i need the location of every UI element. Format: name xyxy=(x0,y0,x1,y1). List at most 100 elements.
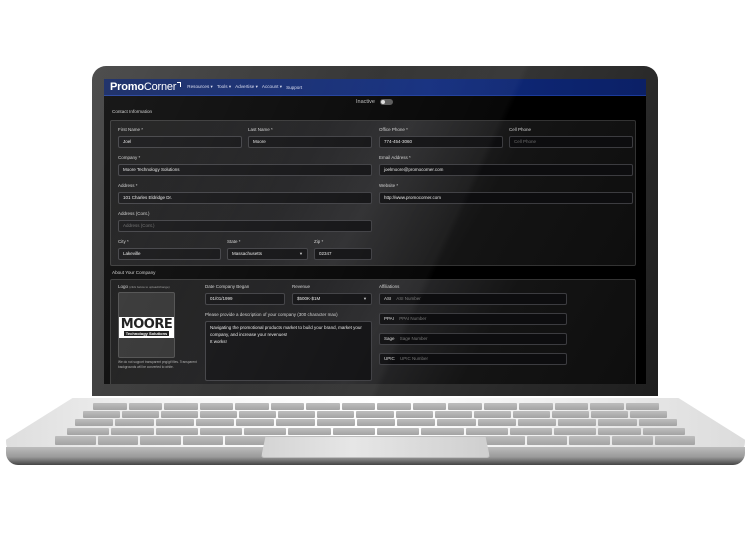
keyboard-key xyxy=(122,411,160,418)
logo-upload[interactable]: MOORE Technology Solutions xyxy=(118,292,175,358)
keyboard-key xyxy=(235,403,269,410)
city-label: City * xyxy=(118,239,129,244)
description-label: Please provide a description of your com… xyxy=(205,312,338,317)
address2-input[interactable]: Address (Cont.) xyxy=(118,220,372,232)
upic-input[interactable]: UPIC UPIC Number xyxy=(379,353,567,365)
keyboard-key xyxy=(239,411,277,418)
upic-placeholder: UPIC Number xyxy=(400,356,429,361)
keyboard-key xyxy=(598,419,637,426)
website-input[interactable]: http://www.promocorner.com xyxy=(379,192,633,204)
company-input[interactable]: Moore Technology Solutions xyxy=(118,164,372,176)
nav-support[interactable]: Support xyxy=(286,85,302,90)
keyboard-row xyxy=(67,428,685,435)
date-began-label: Date Company Began xyxy=(205,284,250,289)
sage-placeholder: Sage Number xyxy=(399,336,428,341)
keyboard-key xyxy=(642,428,685,435)
keyboard-key xyxy=(67,428,110,435)
keyboard-key xyxy=(306,403,340,410)
keyboard-key xyxy=(75,419,114,426)
asi-input[interactable]: ASI ASI Number xyxy=(379,293,567,305)
keyboard-key xyxy=(590,403,624,410)
last-name-input[interactable]: Moore xyxy=(248,136,372,148)
status-label: Inactive xyxy=(356,99,375,105)
logo-label: Logo (click below to upload/change) xyxy=(118,284,170,289)
revenue-select[interactable]: $500K-$1M ▼ xyxy=(292,293,372,305)
company-label: Company * xyxy=(118,155,141,160)
keyboard-key xyxy=(376,428,420,435)
sage-input[interactable]: Sage Sage Number xyxy=(379,333,567,345)
nav-resources[interactable]: Resources ▾ xyxy=(187,84,213,90)
keyboard-key xyxy=(526,436,568,445)
keyboard-key xyxy=(512,411,550,418)
keyboard-key xyxy=(316,419,355,426)
ppai-prefix: PPAI xyxy=(384,316,394,321)
keyboard-key xyxy=(236,419,275,426)
navbar: Promo Corner Resources ▾ Tools ▾ Advertis… xyxy=(104,79,646,96)
keyboard-key xyxy=(55,436,96,445)
zip-input[interactable]: 02347 xyxy=(314,248,372,260)
cell-phone-input[interactable]: Cell Phone xyxy=(509,136,633,148)
first-name-label: First Name * xyxy=(118,127,144,132)
address2-label: Address (Cont.) xyxy=(118,211,150,216)
keyboard-key xyxy=(155,419,194,426)
revenue-value: $500K-$1M xyxy=(297,296,321,301)
brand-bold: Promo xyxy=(110,81,144,93)
nav-advertise[interactable]: Advertise ▾ xyxy=(235,84,258,90)
keyboard-key xyxy=(434,411,472,418)
keyboard-key xyxy=(629,411,667,418)
keyboard-key xyxy=(477,419,516,426)
logo-text-small: Technology Solutions xyxy=(123,331,170,336)
zip-label: Zip * xyxy=(314,239,324,244)
affiliations-label: Affiliations xyxy=(379,284,400,289)
office-phone-input[interactable]: 774-454-3060 xyxy=(379,136,503,148)
keyboard-key xyxy=(356,411,394,418)
keyboard-key xyxy=(483,403,517,410)
ppai-placeholder: PPAI Number xyxy=(399,316,427,321)
email-label: Email Address * xyxy=(379,155,411,160)
nav-account[interactable]: Account ▾ xyxy=(262,84,282,90)
keyboard-key xyxy=(519,403,553,410)
keyboard-row xyxy=(75,419,677,426)
keyboard-key xyxy=(182,436,224,445)
logo-label-text: Logo xyxy=(118,284,129,289)
keyboard-key xyxy=(465,428,508,435)
active-toggle[interactable] xyxy=(380,99,393,105)
keyboard-key xyxy=(317,411,355,418)
keyboard-key xyxy=(225,436,266,445)
chevron-down-icon: ▼ xyxy=(299,251,303,256)
keyboard-key xyxy=(140,436,181,445)
keyboard-key xyxy=(517,419,557,426)
brand-logo[interactable]: Promo Corner xyxy=(110,81,182,93)
keyboard-key xyxy=(484,436,525,445)
description-textarea[interactable]: Navigating the promotional products mark… xyxy=(205,321,372,381)
ppai-input[interactable]: PPAI PPAI Number xyxy=(379,313,567,325)
address-input[interactable]: 101 Charles Eldridge Dr. xyxy=(118,192,372,204)
keyboard-key xyxy=(473,411,511,418)
keyboard-key xyxy=(612,436,653,445)
state-label: State * xyxy=(227,239,241,244)
date-began-input[interactable]: 01/01/1999 xyxy=(205,293,285,305)
keyboard-key xyxy=(590,411,628,418)
nav-tools[interactable]: Tools ▾ xyxy=(217,84,231,90)
corner-mark-icon xyxy=(177,82,182,87)
status-row: Inactive xyxy=(104,96,646,108)
trackpad xyxy=(261,436,490,458)
keyboard-key xyxy=(558,419,597,426)
keyboard-key xyxy=(554,403,588,410)
keyboard-key xyxy=(377,403,411,410)
upic-prefix: UPIC xyxy=(384,356,395,361)
keyboard-key xyxy=(111,428,154,435)
address-label: Address * xyxy=(118,183,138,188)
keyboard-key xyxy=(421,428,464,435)
keyboard-key xyxy=(276,419,315,426)
keyboard-key xyxy=(332,428,375,435)
email-input[interactable]: joelmoore@promocorner.com xyxy=(379,164,633,176)
contact-section-title: Contact Information xyxy=(112,109,153,114)
last-name-label: Last Name * xyxy=(248,127,273,132)
first-name-input[interactable]: Joel xyxy=(118,136,242,148)
city-input[interactable]: Lakeville xyxy=(118,248,221,260)
company-section-title: About Your Company xyxy=(112,270,156,275)
state-select[interactable]: Massachusetts ▼ xyxy=(227,248,308,260)
keyboard-key xyxy=(161,411,199,418)
asi-prefix: ASI xyxy=(384,296,392,301)
